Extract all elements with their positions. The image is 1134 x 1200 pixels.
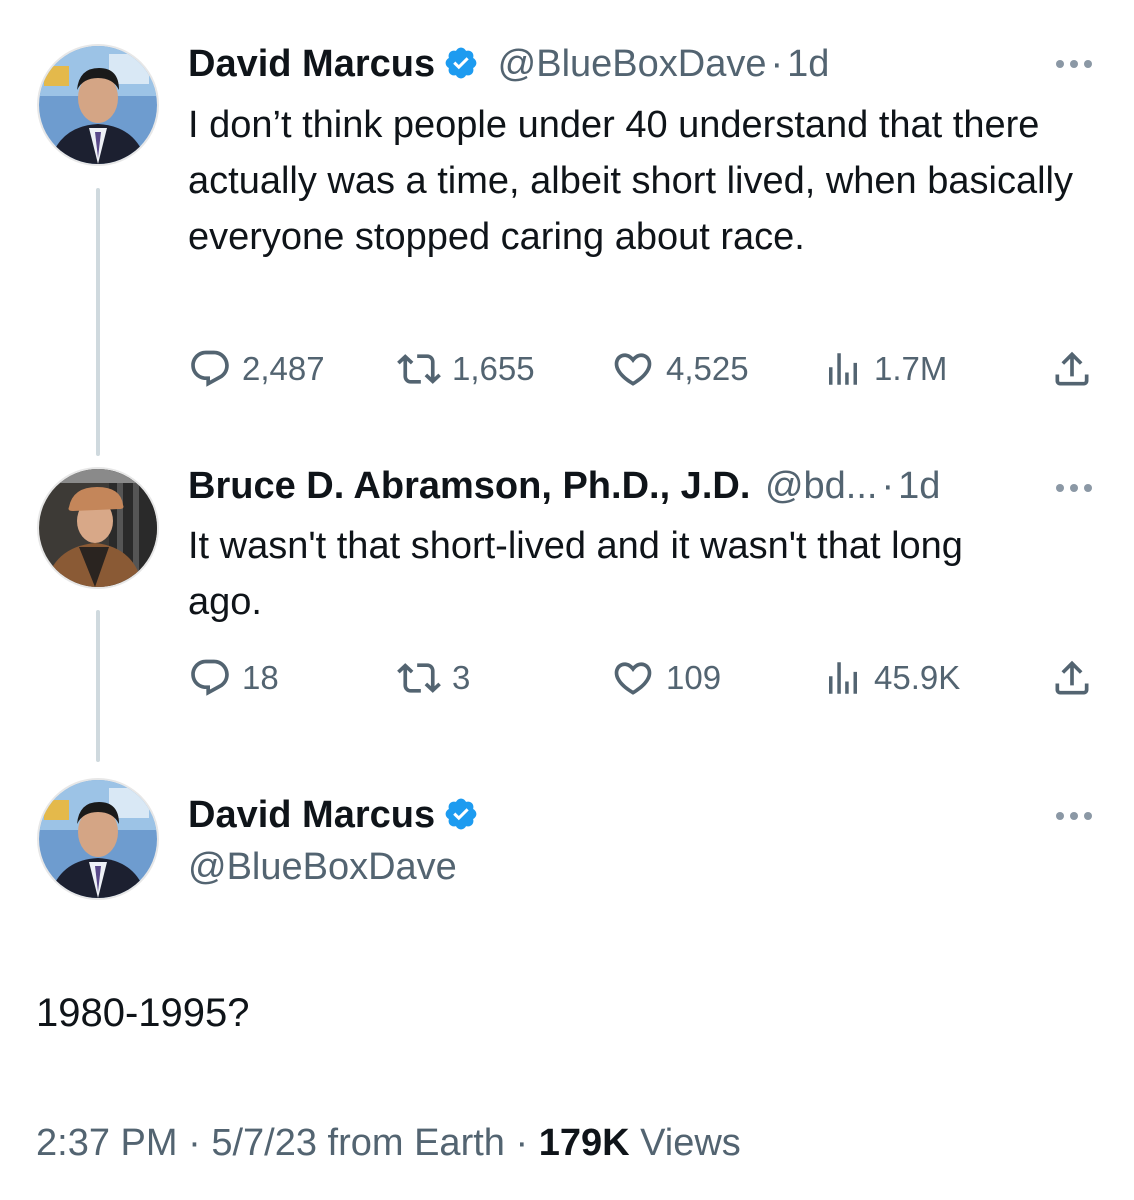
retweet-button[interactable]: 1,655 bbox=[396, 345, 535, 393]
tweet-2-header: Bruce D. Abramson, Ph.D., J.D. @bd... · 1d bbox=[188, 462, 940, 510]
retweet-count: 1,655 bbox=[452, 350, 535, 387]
share-button[interactable] bbox=[1050, 654, 1094, 702]
tweet-meta: 2:37 PM · 5/7/23 from Earth · 179K Views bbox=[36, 1118, 741, 1168]
tweet-time[interactable]: 1d bbox=[787, 43, 829, 85]
author-name[interactable]: David Marcus bbox=[188, 794, 435, 836]
tweet-1-actions: 2,487 1,655 4,525 1.7M bbox=[188, 345, 1098, 393]
author-handle[interactable]: @BlueBoxDave bbox=[498, 43, 767, 85]
like-button[interactable]: 4,525 bbox=[610, 345, 749, 393]
reply-bubble-icon bbox=[188, 347, 232, 391]
like-button[interactable]: 109 bbox=[610, 654, 721, 702]
reply-button[interactable]: 18 bbox=[188, 654, 279, 702]
reply-button[interactable]: 2,487 bbox=[188, 345, 325, 393]
tweet-timestamp[interactable]: 2:37 PM bbox=[36, 1122, 178, 1164]
thread-line-1 bbox=[96, 188, 100, 456]
more-dots-icon[interactable] bbox=[1055, 810, 1093, 822]
verified-badge-icon bbox=[443, 795, 479, 845]
retweet-count: 3 bbox=[452, 659, 471, 696]
tweet-text: It wasn't that short-lived and it wasn't… bbox=[188, 525, 963, 623]
avatar-david-marcus[interactable] bbox=[37, 44, 159, 166]
reply-count: 2,487 bbox=[242, 350, 325, 387]
author-name[interactable]: David Marcus bbox=[188, 43, 435, 85]
retweet-icon bbox=[396, 347, 442, 391]
views-button[interactable]: 45.9K bbox=[822, 654, 960, 702]
like-count: 109 bbox=[666, 659, 722, 696]
separator-dot: · bbox=[770, 43, 784, 85]
tweet-time[interactable]: 1d bbox=[898, 465, 940, 507]
verified-badge-icon bbox=[443, 45, 479, 93]
reply-count: 18 bbox=[242, 659, 279, 696]
tweet-source: from Earth bbox=[327, 1122, 505, 1164]
author-name-row: David Marcus bbox=[188, 790, 479, 845]
views-bar-chart-icon bbox=[822, 347, 864, 391]
heart-icon bbox=[610, 347, 656, 391]
views-total: 179K bbox=[538, 1122, 630, 1164]
avatar-david-marcus[interactable] bbox=[37, 778, 159, 900]
more-dots-icon[interactable] bbox=[1055, 58, 1093, 70]
views-label: Views bbox=[640, 1122, 741, 1164]
author-name[interactable]: Bruce D. Abramson, Ph.D., J.D. bbox=[188, 465, 750, 507]
tweet-text: I don’t think people under 40 understand… bbox=[188, 104, 1073, 258]
thread-line-2 bbox=[96, 610, 100, 762]
heart-icon bbox=[610, 656, 656, 700]
retweet-icon bbox=[396, 656, 442, 700]
author-handle[interactable]: @bd... bbox=[765, 465, 878, 507]
like-count: 4,525 bbox=[666, 350, 749, 387]
separator-dot: · bbox=[881, 465, 895, 507]
views-button[interactable]: 1.7M bbox=[822, 345, 947, 393]
tweet-text: 1980-1995? bbox=[36, 991, 250, 1035]
tweet-date[interactable]: 5/7/23 bbox=[211, 1122, 317, 1164]
views-count: 1.7M bbox=[874, 350, 948, 387]
share-icon bbox=[1050, 656, 1094, 700]
share-icon bbox=[1050, 347, 1094, 391]
views-count: 45.9K bbox=[874, 659, 961, 696]
tweet-2-actions: 18 3 109 45.9K bbox=[188, 654, 1098, 702]
author-handle[interactable]: @BlueBoxDave bbox=[188, 842, 457, 892]
separator-dot: · bbox=[515, 1122, 529, 1164]
separator-dot: · bbox=[188, 1122, 201, 1164]
reply-bubble-icon bbox=[188, 656, 232, 700]
tweet-1-header: David Marcus @BlueBoxDave · 1d bbox=[188, 40, 829, 93]
share-button[interactable] bbox=[1050, 345, 1094, 393]
views-bar-chart-icon bbox=[822, 656, 864, 700]
more-dots-icon[interactable] bbox=[1055, 482, 1093, 494]
avatar-bruce-abramson[interactable] bbox=[37, 467, 159, 589]
retweet-button[interactable]: 3 bbox=[396, 654, 470, 702]
